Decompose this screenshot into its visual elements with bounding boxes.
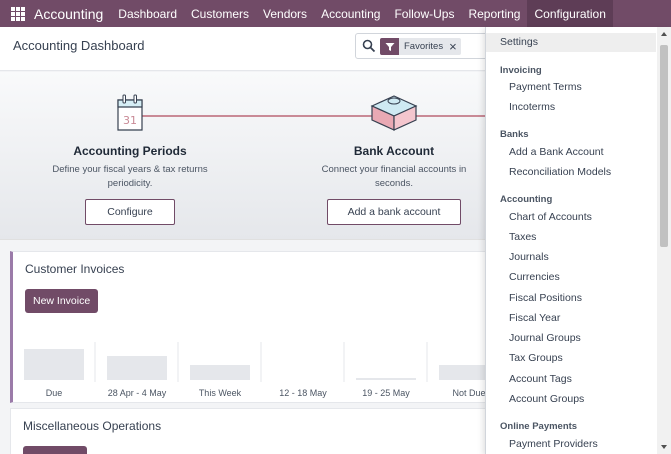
menu-item-fiscal-positions[interactable]: Fiscal Positions: [509, 292, 582, 304]
chart-xlabel: 28 Apr - 4 May: [108, 388, 167, 398]
menu-item-account-tags[interactable]: Account Tags: [509, 373, 572, 385]
chart-bar-1[interactable]: [107, 356, 167, 380]
menu-item-journal-groups[interactable]: Journal Groups: [509, 332, 581, 344]
chart-bar-5[interactable]: [439, 365, 490, 380]
card-title: Miscellaneous Operations: [23, 419, 162, 433]
configure-button[interactable]: Configure: [85, 199, 175, 225]
menu-item-reconciliation-models[interactable]: Reconciliation Models: [509, 166, 611, 178]
search-icon[interactable]: [362, 39, 376, 53]
menu-item-add-bank-account[interactable]: Add a Bank Account: [509, 146, 604, 158]
menu-item-settings[interactable]: Settings: [500, 36, 538, 48]
close-icon[interactable]: ×: [449, 40, 461, 53]
step-title: Accounting Periods: [73, 144, 187, 158]
nav-vendors[interactable]: Vendors: [256, 0, 314, 27]
chart-bar-2[interactable]: [190, 365, 250, 380]
step-description: Connect your financial accounts in secon…: [321, 164, 467, 189]
invoice-chart: Due 28 Apr - 4 May This Week 12 - 18 May 19 …: [24, 342, 490, 398]
chart-xlabel: This Week: [199, 388, 242, 398]
menu-header-invoicing: Invoicing: [500, 65, 542, 76]
menu-item-taxes[interactable]: Taxes: [509, 231, 536, 243]
configuration-dropdown: Settings Invoicing Payment Terms Incoter…: [485, 27, 671, 454]
nav-dashboard[interactable]: Dashboard: [111, 0, 184, 27]
menu-item-tax-groups[interactable]: Tax Groups: [509, 352, 563, 364]
chart-bar-0[interactable]: [24, 349, 84, 380]
chart-xlabel: 12 - 18 May: [279, 388, 327, 398]
new-invoice-button[interactable]: New Invoice: [25, 289, 99, 313]
menu-item-account-groups[interactable]: Account Groups: [509, 393, 584, 405]
filter-icon: [380, 38, 399, 55]
add-bank-account-button[interactable]: Add a bank account: [327, 199, 461, 225]
customer-invoices-card: Customer Invoices New Invoice Due 28 Apr …: [10, 251, 490, 403]
onboarding-step-bank-account: Bank Account Connect your financial acco…: [294, 72, 494, 225]
menu-item-incoterms[interactable]: Incoterms: [509, 101, 555, 113]
nav-reporting[interactable]: Reporting: [461, 0, 527, 27]
scroll-thumb[interactable]: [660, 45, 668, 247]
nav-follow-ups[interactable]: Follow-Ups: [387, 0, 461, 27]
apps-menu-icon[interactable]: [11, 6, 25, 21]
misc-operations-card: Miscellaneous Operations New Entry: [10, 408, 490, 454]
new-entry-button[interactable]: New Entry: [23, 446, 88, 454]
chart-xlabel: 19 - 25 May: [362, 388, 410, 398]
chart-bar-4[interactable]: [356, 378, 416, 380]
menu-item-currencies[interactable]: Currencies: [509, 271, 560, 283]
nav-configuration[interactable]: Configuration: [527, 0, 613, 27]
menu-item-fiscal-year[interactable]: Fiscal Year: [509, 312, 560, 324]
app-brand[interactable]: Accounting: [34, 6, 103, 22]
nav-accounting[interactable]: Accounting: [314, 0, 387, 27]
onboarding-step-accounting-periods: Accounting Periods Define your fiscal ye…: [30, 72, 230, 225]
scroll-down-arrow-icon[interactable]: [661, 445, 667, 449]
step-title: Bank Account: [353, 144, 435, 158]
menu-header-online-payments: Online Payments: [500, 421, 578, 432]
menu-item-journals[interactable]: Journals: [509, 251, 549, 263]
chart-xlabel: Not Due: [452, 388, 485, 398]
menu-item-payment-terms[interactable]: Payment Terms: [509, 81, 582, 93]
search-facet-favorites[interactable]: Favorites ×: [380, 38, 461, 55]
search-bar[interactable]: Favorites ×: [355, 33, 495, 59]
facet-label: Favorites: [404, 41, 444, 52]
page-title: Accounting Dashboard: [13, 38, 145, 53]
menu-header-accounting: Accounting: [500, 194, 553, 205]
dropdown-scrollbar[interactable]: [657, 27, 671, 454]
menu-item-chart-of-accounts[interactable]: Chart of Accounts: [509, 211, 592, 223]
step-description: Define your fiscal years & tax returns p…: [52, 164, 208, 189]
nav-customers[interactable]: Customers: [184, 0, 256, 27]
menu-item-payment-providers[interactable]: Payment Providers: [509, 438, 598, 450]
card-title: Customer Invoices: [25, 262, 125, 276]
menu-header-banks: Banks: [500, 129, 529, 140]
scroll-up-arrow-icon[interactable]: [661, 32, 667, 36]
chart-xlabel: Due: [46, 388, 63, 398]
top-navbar: Accounting Dashboard Customers Vendors A…: [0, 0, 671, 27]
